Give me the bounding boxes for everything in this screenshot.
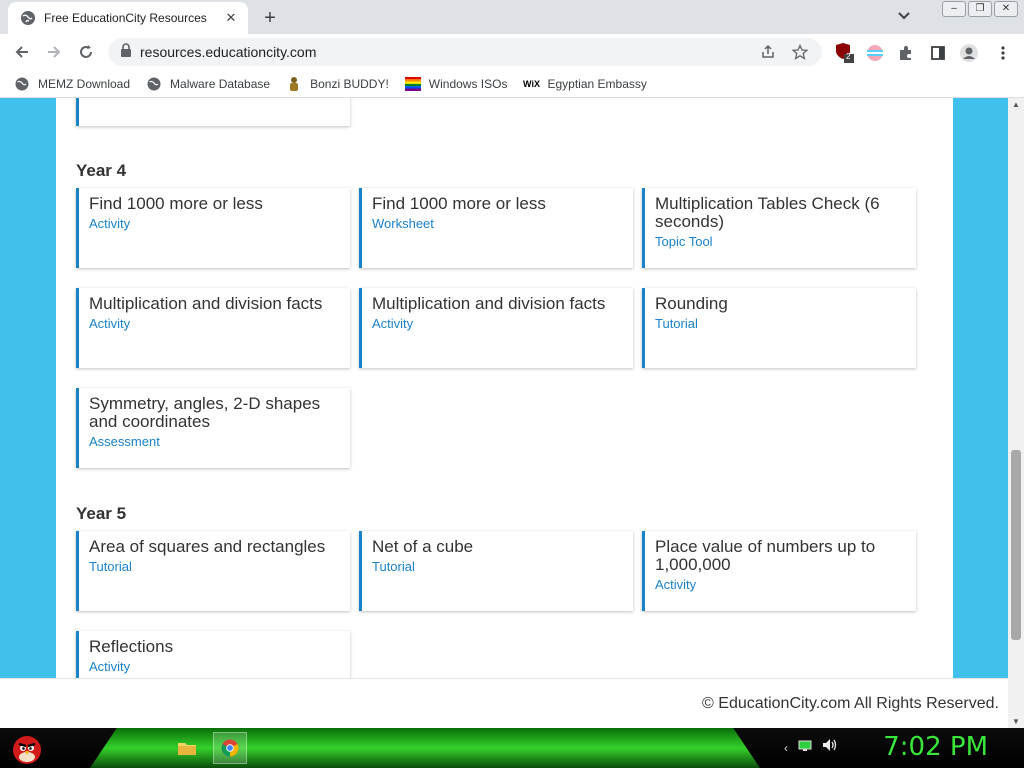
profile-avatar-icon[interactable] <box>958 42 980 64</box>
card-title: Multiplication and division facts <box>372 294 606 313</box>
bookmark-star-icon[interactable] <box>790 42 810 62</box>
menu-kebab-icon[interactable] <box>992 42 1014 64</box>
card-type[interactable]: Activity <box>655 577 906 592</box>
section-title-year-4: Year 4 <box>76 161 127 180</box>
restore-icon[interactable]: ❐ <box>968 1 992 17</box>
page-footer: © EducationCity.com All Rights Reserved. <box>0 678 1008 728</box>
new-tab-button[interactable]: + <box>258 6 282 30</box>
tab-strip: Free EducationCity Resources ✕ + – ❐ ✕ <box>0 0 1024 34</box>
bookmark-label: Malware Database <box>170 76 271 91</box>
card-type[interactable]: Tutorial <box>89 559 340 574</box>
bookmark-label: Bonzi BUDDY! <box>310 76 389 91</box>
ublock-extension-icon[interactable]: 2 <box>834 42 856 64</box>
bookmark-label: Windows ISOs <box>428 76 508 91</box>
resource-card[interactable]: Area of squares and rectangles Tutorial <box>76 531 350 611</box>
extension-badge: 2 <box>846 52 851 61</box>
card-title: Multiplication and division facts <box>89 294 323 313</box>
card-title: Place value of numbers up to 1,000,000 <box>655 537 876 574</box>
copyright-text: © EducationCity.com All Rights Reserved. <box>702 695 999 712</box>
chrome-taskbar-icon[interactable] <box>213 732 247 764</box>
start-button-angry-bird-icon[interactable] <box>6 728 48 768</box>
forward-arrow-icon[interactable] <box>42 40 66 64</box>
bookmark-memz[interactable]: MEMZ Download <box>14 76 130 92</box>
tab-search-chevron-icon[interactable] <box>893 8 915 26</box>
flag-extension-icon[interactable] <box>864 42 886 64</box>
close-window-icon[interactable]: ✕ <box>994 1 1018 17</box>
globe-icon <box>20 10 36 26</box>
globe-icon <box>146 76 162 92</box>
bookmark-egyptian-embassy[interactable]: WiX Egyptian Embassy <box>523 76 647 92</box>
bookmark-label: MEMZ Download <box>38 76 131 91</box>
close-tab-icon[interactable]: ✕ <box>222 9 240 27</box>
globe-icon <box>14 76 30 92</box>
tray-arrow-icon[interactable]: ‹ <box>784 741 788 755</box>
network-icon[interactable] <box>798 739 812 757</box>
card-title: Rounding <box>655 294 728 313</box>
minimize-icon[interactable]: – <box>942 1 966 17</box>
bookmark-windows-isos[interactable]: Windows ISOs <box>404 76 508 92</box>
card-type[interactable]: Topic Tool <box>655 234 906 249</box>
card-type[interactable]: Activity <box>89 316 340 331</box>
file-explorer-icon[interactable] <box>170 732 204 764</box>
resource-card[interactable]: Multiplication and division facts Activi… <box>359 288 633 368</box>
resources-content: Year 4 Find 1000 more or less Activity F… <box>56 98 953 711</box>
bookmark-malware-database[interactable]: Malware Database <box>146 76 270 92</box>
resource-card[interactable]: Multiplication Tables Check (6 seconds) … <box>642 188 916 268</box>
card-title: Symmetry, angles, 2-D shapes and coordin… <box>89 394 321 431</box>
card-title: Area of squares and rectangles <box>89 537 326 556</box>
resource-card[interactable]: Place value of numbers up to 1,000,000 A… <box>642 531 916 611</box>
card-type[interactable]: Worksheet <box>372 216 623 231</box>
bookmark-bonzi-buddy[interactable]: Bonzi BUDDY! <box>286 76 389 92</box>
bookmark-label: Egyptian Embassy <box>547 76 647 91</box>
extensions-puzzle-icon[interactable] <box>895 42 917 64</box>
windows-flag-icon <box>404 76 421 92</box>
card-title: Multiplication Tables Check (6 seconds) <box>655 194 880 231</box>
page-viewport: Year 4 Find 1000 more or less Activity F… <box>0 98 1008 728</box>
card-type[interactable]: Tutorial <box>655 316 906 331</box>
lock-icon[interactable] <box>120 42 132 62</box>
resource-card[interactable]: Symmetry, angles, 2-D shapes and coordin… <box>76 388 350 468</box>
card-title: Reflections <box>89 637 174 656</box>
bonzi-icon <box>286 76 302 92</box>
address-bar[interactable]: resources.educationcity.com <box>108 38 822 66</box>
share-icon[interactable] <box>758 42 778 62</box>
scroll-down-arrow-icon[interactable]: ▼ <box>1012 717 1020 726</box>
resource-card-partial[interactable] <box>76 98 350 126</box>
card-title: Find 1000 more or less <box>372 194 546 213</box>
side-panel-icon[interactable] <box>927 42 949 64</box>
resource-card[interactable]: Net of a cube Tutorial <box>359 531 633 611</box>
back-arrow-icon[interactable] <box>10 40 34 64</box>
volume-icon[interactable] <box>822 738 838 757</box>
card-type[interactable]: Assessment <box>89 434 340 449</box>
window-controls: – ❐ ✕ <box>942 1 1018 17</box>
reload-icon[interactable] <box>74 40 98 64</box>
taskbar-clock[interactable]: 7:02 PM <box>883 732 988 762</box>
card-title: Find 1000 more or less <box>89 194 263 213</box>
resource-card[interactable]: Rounding Tutorial <box>642 288 916 368</box>
resource-card[interactable]: Multiplication and division facts Activi… <box>76 288 350 368</box>
browser-tab[interactable]: Free EducationCity Resources ✕ <box>8 2 248 34</box>
card-type[interactable]: Activity <box>372 316 623 331</box>
page-scrollbar[interactable]: ▲ ▼ <box>1008 98 1024 728</box>
tab-title: Free EducationCity Resources <box>44 11 207 25</box>
card-title: Net of a cube <box>372 537 474 556</box>
card-type[interactable]: Tutorial <box>372 559 623 574</box>
browser-toolbar: resources.educationcity.com 2 <box>0 34 1024 70</box>
os-taskbar: ‹ 7:02 PM <box>0 728 1024 768</box>
system-tray: ‹ <box>784 738 838 757</box>
bookmarks-bar: MEMZ Download Malware Database Bonzi BUD… <box>0 70 1024 98</box>
resource-card[interactable]: Find 1000 more or less Activity <box>76 188 350 268</box>
url-text[interactable]: resources.educationcity.com <box>140 44 758 60</box>
section-title-year-5: Year 5 <box>76 504 127 523</box>
wix-icon: WiX <box>523 78 540 89</box>
card-type[interactable]: Activity <box>89 216 340 231</box>
scrollbar-thumb[interactable] <box>1011 450 1021 640</box>
scroll-up-arrow-icon[interactable]: ▲ <box>1012 100 1020 109</box>
resource-card[interactable]: Find 1000 more or less Worksheet <box>359 188 633 268</box>
card-type[interactable]: Activity <box>89 659 340 674</box>
